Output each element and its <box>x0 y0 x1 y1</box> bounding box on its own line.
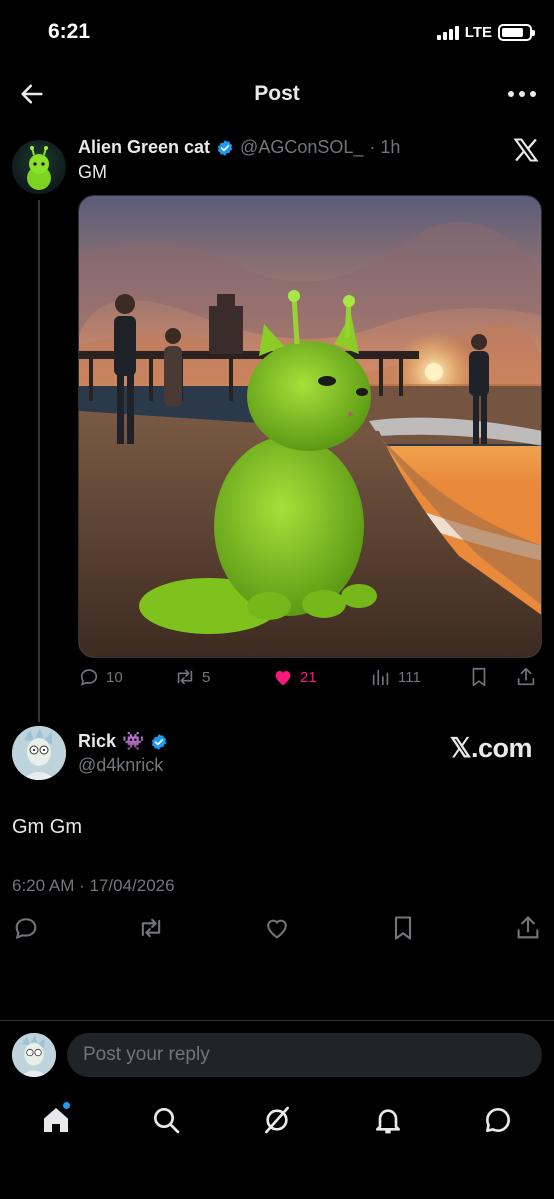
signal-icon <box>436 25 459 40</box>
like-action[interactable]: 21 <box>272 666 317 688</box>
avatar[interactable] <box>12 140 66 194</box>
author-name[interactable]: Rick <box>78 731 116 752</box>
views-icon <box>372 669 389 686</box>
share-icon <box>517 667 535 686</box>
repost-action[interactable]: 5 <box>174 666 210 688</box>
verified-icon <box>152 733 167 750</box>
grok-icon[interactable] <box>261 1104 293 1136</box>
status-time: 6:21 <box>48 20 91 43</box>
repost-icon[interactable] <box>137 914 165 942</box>
avatar[interactable] <box>12 726 66 780</box>
brand-watermark: 𝕏.com <box>449 733 533 763</box>
messages-icon[interactable] <box>482 1104 514 1136</box>
post-age: · 1h <box>369 137 401 157</box>
author-handle[interactable]: @d4knrick <box>78 755 163 776</box>
like-count: 21 <box>300 668 317 686</box>
bookmark-action[interactable] <box>468 666 490 688</box>
heart-icon[interactable] <box>263 914 291 942</box>
heart-icon <box>275 671 291 686</box>
thread-line <box>38 200 40 722</box>
post-timestamp: 6:20 AM · 17/04/2026 <box>12 876 175 895</box>
divider <box>0 1020 554 1021</box>
network-label: LTE <box>464 24 492 41</box>
share-action[interactable] <box>515 666 537 688</box>
author-name[interactable]: Alien Green cat <box>78 137 210 158</box>
top-bar: Post <box>0 70 554 118</box>
status-indicators: LTE <box>436 24 535 41</box>
parent-post-actions: 10 5 21 111 <box>78 666 542 696</box>
repost-icon <box>177 669 193 685</box>
main-post-author: Rick 👾 <box>78 731 168 752</box>
post-text: GM <box>78 162 107 182</box>
author-handle[interactable]: @AGConSOL_ <box>240 137 363 158</box>
author-emoji: 👾 <box>122 731 145 751</box>
more-icon[interactable] <box>508 80 536 108</box>
reply-input[interactable]: Post your reply <box>67 1033 542 1077</box>
x-logo-icon <box>513 138 539 162</box>
views-action[interactable]: 111 <box>370 666 421 688</box>
page-title: Post <box>254 82 300 105</box>
battery-icon <box>498 24 535 41</box>
parent-post-header: Alien Green cat @AGConSOL_ · 1h <box>78 137 494 158</box>
bookmark-icon[interactable] <box>389 914 417 942</box>
status-bar: 6:21 LTE <box>0 0 554 66</box>
reply-action[interactable]: 10 <box>78 666 123 688</box>
avatar[interactable] <box>12 1033 56 1077</box>
search-icon[interactable] <box>150 1104 182 1136</box>
notification-dot <box>62 1101 71 1110</box>
notifications-icon[interactable] <box>372 1104 404 1136</box>
main-post-actions <box>0 914 554 948</box>
reply-icon <box>80 669 98 686</box>
post-text: Gm Gm <box>12 816 82 838</box>
reply-count: 10 <box>106 668 123 686</box>
repost-count: 5 <box>202 668 211 686</box>
share-icon[interactable] <box>514 914 542 942</box>
bookmark-icon <box>472 667 486 687</box>
post-image[interactable] <box>78 195 542 658</box>
views-count: 111 <box>398 668 421 686</box>
bottom-nav <box>0 1098 554 1148</box>
verified-icon <box>217 139 233 156</box>
reply-icon[interactable] <box>12 914 40 942</box>
